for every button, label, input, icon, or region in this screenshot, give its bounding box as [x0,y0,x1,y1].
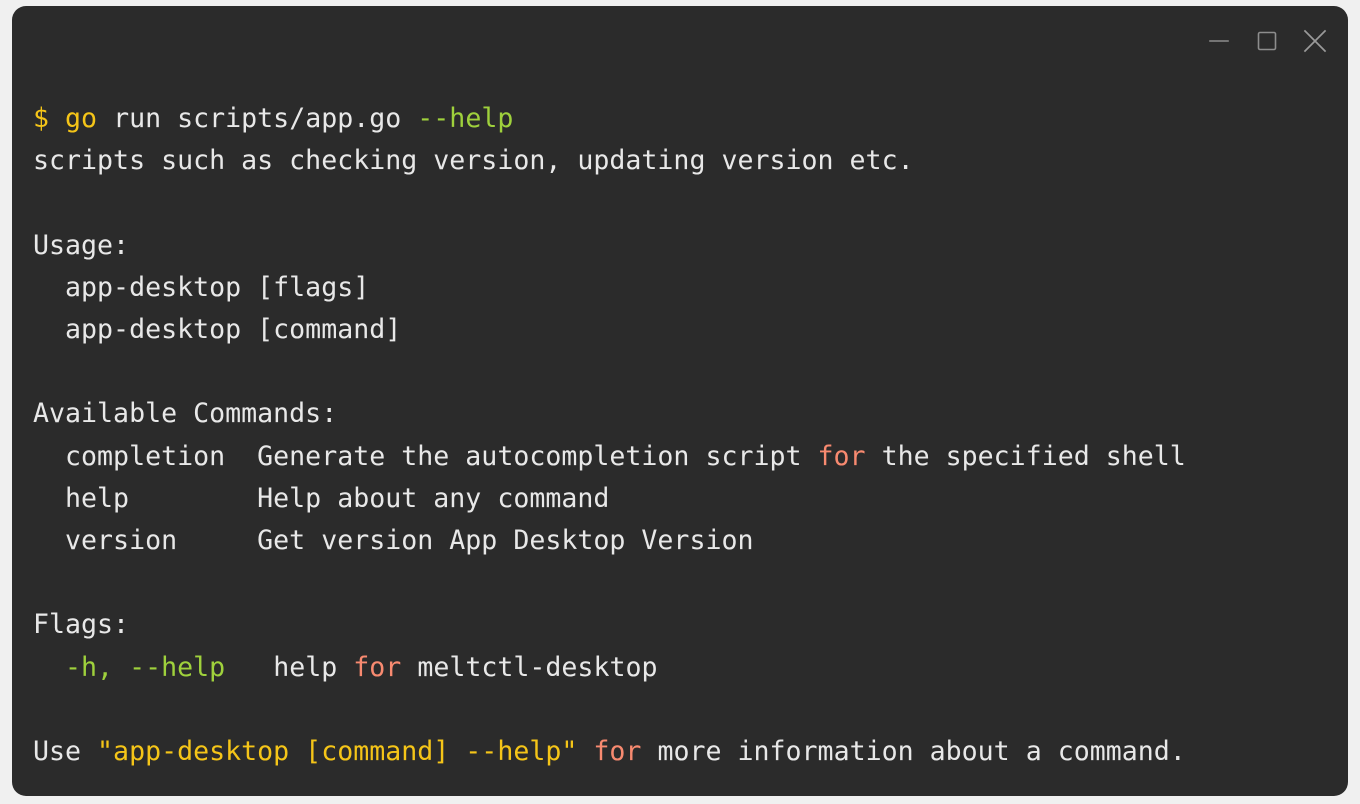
token-keyword: for [593,736,642,768]
token-keyword: for [353,651,402,683]
terminal-line-usage-command-line: app-desktop [command] [33,309,1340,351]
token-string: "app-desktop [command] --help" [97,736,578,768]
token-flag: --help [417,103,514,134]
terminal-line-command-line: $ go run scripts/app.go --help [33,98,1340,140]
terminal-line-usage-flags-line: app-desktop [flags] [33,267,1340,309]
window-titlebar[interactable] [12,6,1348,78]
terminal-line-commands-heading: Available Commands: [33,393,1340,435]
window-controls [1204,26,1330,56]
token-plain: completion Generate the autocompletion s… [33,440,818,472]
token-cmd: go [65,103,98,134]
token-flag: -h, [65,651,114,683]
close-button[interactable] [1300,26,1330,56]
token-flag: --help [129,651,226,683]
terminal-line-blank-2 [33,351,1340,393]
maximize-icon [1257,31,1277,51]
token-plain: run scripts/app.go [97,103,418,134]
token-plain: Usage: [33,229,130,261]
terminal-window[interactable]: $ go run scripts/app.go --help scripts su… [12,6,1348,796]
terminal-line-blank-4 [33,689,1340,731]
token-plain: meltctl-desktop [401,651,658,683]
terminal-line-flags-heading: Flags: [33,604,1340,646]
token-plain: app-desktop [flags] [33,271,370,303]
token-prompt: $ [33,103,50,134]
terminal-line-usage-heading: Usage: [33,225,1340,267]
token-plain: Use [33,736,98,768]
token-plain: help [225,651,354,683]
maximize-button[interactable] [1252,26,1282,56]
terminal-line-blank-3 [33,562,1340,604]
terminal-line-command-version: version Get version App Desktop Version [33,520,1340,562]
token-plain: help Help about any command [33,482,610,514]
token-plain: the specified shell [865,440,1186,472]
token-keyword: for [817,440,866,472]
token-plain: app-desktop [command] [33,314,402,346]
token-plain: more information about a command. [641,736,1186,768]
terminal-line-description-line: scripts such as checking version, updati… [33,140,1340,182]
token-plain: Flags: [33,609,130,641]
terminal-line-footer-line: Use "app-desktop [command] --help" for m… [33,731,1340,773]
terminal-output[interactable]: $ go run scripts/app.go --help scripts su… [33,98,1340,773]
terminal-line-blank-1 [33,182,1340,224]
token-plain: Available Commands: [33,398,338,430]
minimize-button[interactable] [1204,26,1234,56]
close-icon [1303,29,1327,53]
terminal-line-command-completion: completion Generate the autocompletion s… [33,436,1340,478]
token-plain: scripts such as checking version, updati… [33,145,914,177]
minimize-icon [1209,40,1229,42]
token-plain: version Get version App Desktop Version [33,525,754,557]
terminal-line-flag-help: -h, --help help for meltctl-desktop [33,647,1340,689]
terminal-line-command-help: help Help about any command [33,478,1340,520]
